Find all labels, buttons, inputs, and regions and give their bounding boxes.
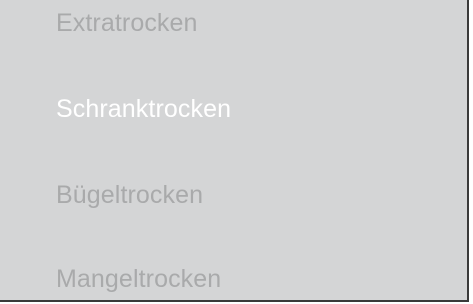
menu-item-schranktrocken[interactable]: Schranktrocken [56, 94, 231, 124]
menu-item-mangeltrocken[interactable]: Mangeltrocken [56, 264, 221, 294]
drying-program-list-panel: Extratrocken Schranktrocken Bügeltrocken… [0, 0, 469, 302]
menu-item-extratrocken[interactable]: Extratrocken [56, 8, 198, 38]
menu-item-buegeltrocken[interactable]: Bügeltrocken [56, 180, 203, 210]
